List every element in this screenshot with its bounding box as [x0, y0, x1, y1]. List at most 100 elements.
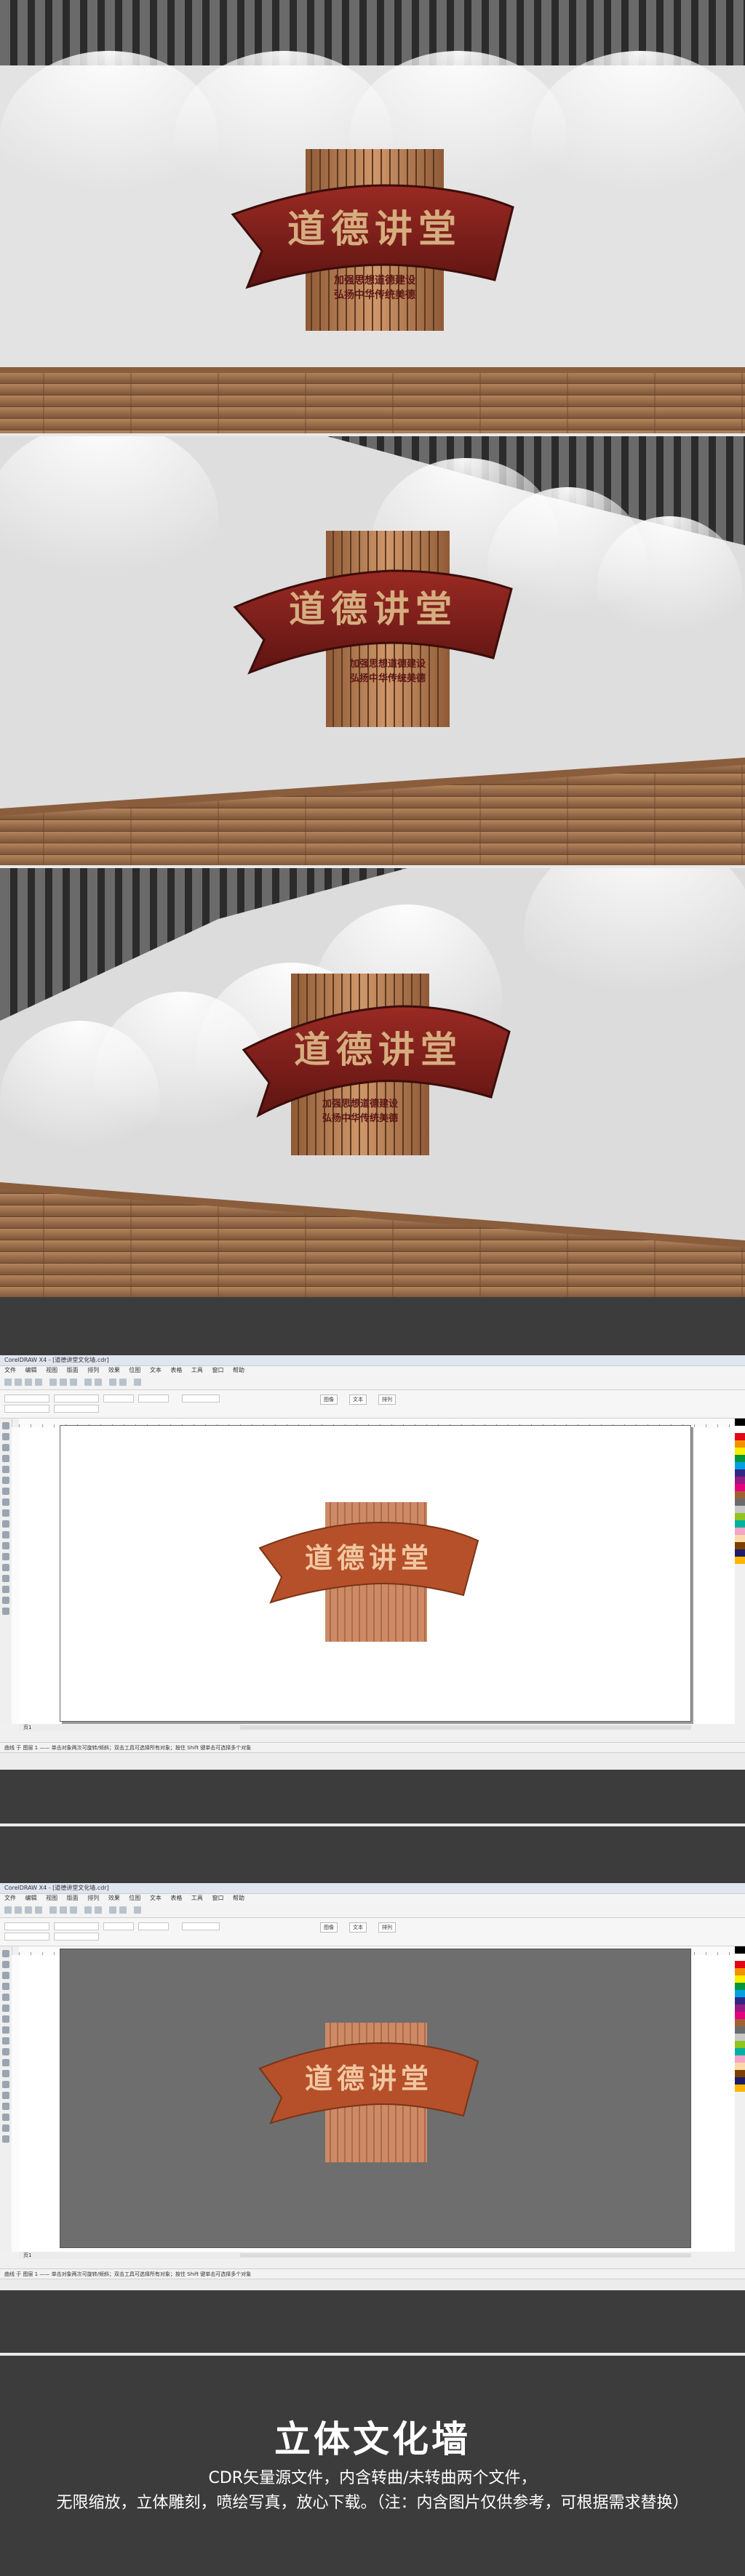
color-swatch[interactable] — [735, 1990, 745, 1997]
ellipse-tool-icon[interactable] — [2, 2026, 9, 2034]
color-swatch[interactable] — [735, 1954, 745, 1961]
menu-item[interactable]: 工具 — [191, 1367, 203, 1373]
color-swatch[interactable] — [735, 1557, 745, 1564]
menu-item[interactable]: 表格 — [170, 1367, 182, 1373]
menu-item[interactable]: 效果 — [108, 1895, 120, 1901]
horizontal-scrollbar[interactable] — [240, 1725, 691, 1730]
menu-item[interactable]: 文本 — [150, 1367, 162, 1373]
scale-field[interactable] — [103, 1922, 134, 1930]
polygon-tool-icon[interactable] — [2, 1509, 9, 1517]
color-swatch[interactable] — [735, 2012, 745, 2019]
dimension-tool-icon[interactable] — [2, 2070, 9, 2077]
text-tool-icon[interactable] — [2, 2048, 9, 2055]
color-swatch[interactable] — [735, 1997, 745, 2005]
color-swatch[interactable] — [735, 1968, 745, 1975]
ellipse-tool-icon[interactable] — [2, 1498, 9, 1506]
menu-item[interactable]: 效果 — [108, 1367, 120, 1373]
import-icon[interactable] — [109, 1906, 116, 1914]
menu-item[interactable]: 编辑 — [25, 1367, 37, 1373]
eyedropper-tool-icon[interactable] — [2, 1575, 9, 1582]
color-swatch[interactable] — [735, 1419, 745, 1426]
color-swatch[interactable] — [735, 1462, 745, 1469]
color-swatch[interactable] — [735, 1975, 745, 1983]
menu-item[interactable]: 工具 — [191, 1895, 203, 1901]
interactive-fill-icon[interactable] — [2, 2135, 9, 2143]
scale-field[interactable] — [103, 1395, 134, 1403]
paste-icon[interactable] — [70, 1379, 77, 1386]
color-swatch[interactable] — [735, 2077, 745, 2085]
page-navigator[interactable]: 页1 — [19, 1724, 242, 1731]
table-tool-icon[interactable] — [2, 1531, 9, 1538]
menu-item[interactable]: 视图 — [46, 1895, 57, 1901]
color-swatch[interactable] — [735, 1484, 745, 1491]
connector-tool-icon[interactable] — [2, 2081, 9, 2088]
menu-item[interactable]: 位图 — [129, 1367, 140, 1373]
canvas-sign[interactable]: 道德讲堂 — [256, 1493, 482, 1646]
object-size-field-y[interactable] — [54, 1405, 99, 1413]
cut-icon[interactable] — [49, 1906, 57, 1914]
paste-icon[interactable] — [70, 1906, 77, 1914]
zoom-tool-icon[interactable] — [2, 1455, 9, 1462]
color-swatch[interactable] — [735, 1448, 745, 1455]
menu-item[interactable]: 帮助 — [233, 1895, 244, 1901]
interactive-fill-icon[interactable] — [2, 1608, 9, 1615]
table-tool-icon[interactable] — [2, 2059, 9, 2066]
shape-tool-icon[interactable] — [2, 1433, 9, 1440]
freehand-tool-icon[interactable] — [2, 1994, 9, 2001]
menu-item[interactable]: 文本 — [150, 1895, 162, 1901]
copy-icon[interactable] — [60, 1906, 67, 1914]
menu-item[interactable]: 编辑 — [25, 1895, 37, 1901]
pick-tool-icon[interactable] — [2, 1950, 9, 1957]
text-tool-icon[interactable] — [2, 1520, 9, 1528]
crop-tool-icon[interactable] — [2, 1444, 9, 1451]
color-swatch[interactable] — [735, 1961, 745, 1968]
redo-icon[interactable] — [95, 1379, 102, 1386]
color-swatch[interactable] — [735, 2041, 745, 2048]
color-swatch[interactable] — [735, 1535, 745, 1542]
blend-tool-icon[interactable] — [2, 2092, 9, 2099]
print-icon[interactable] — [35, 1906, 42, 1914]
zoom-icon[interactable] — [134, 1379, 141, 1386]
new-icon[interactable] — [4, 1906, 12, 1914]
save-icon[interactable] — [25, 1906, 32, 1914]
color-swatch[interactable] — [735, 2070, 745, 2077]
smart-fill-icon[interactable] — [2, 1477, 9, 1484]
fill-tool-icon[interactable] — [2, 1597, 9, 1604]
zoom-tool-icon[interactable] — [2, 1983, 9, 1990]
menu-item[interactable]: 排列 — [87, 1895, 99, 1901]
menu-item[interactable]: 位图 — [129, 1895, 140, 1901]
menu-item[interactable]: 排列 — [87, 1367, 99, 1373]
color-swatch[interactable] — [735, 1491, 745, 1498]
color-swatch[interactable] — [735, 2026, 745, 2034]
color-swatch[interactable] — [735, 1455, 745, 1462]
blend-tool-icon[interactable] — [2, 1564, 9, 1571]
object-size-field[interactable] — [54, 1395, 99, 1403]
dimension-tool-icon[interactable] — [2, 1542, 9, 1549]
freehand-tool-icon[interactable] — [2, 1466, 9, 1473]
smart-fill-icon[interactable] — [2, 2005, 9, 2012]
tab-arrange[interactable]: 排列 — [378, 1922, 396, 1933]
color-swatch[interactable] — [735, 1946, 745, 1954]
eyedropper-tool-icon[interactable] — [2, 2103, 9, 2110]
color-swatch[interactable] — [735, 2005, 745, 2012]
tab-text[interactable]: 文本 — [349, 1922, 367, 1933]
menu-item[interactable]: 文件 — [4, 1367, 16, 1373]
copy-icon[interactable] — [60, 1379, 67, 1386]
fill-tool-icon[interactable] — [2, 2124, 9, 2132]
shape-tool-icon[interactable] — [2, 1961, 9, 1968]
object-position-field[interactable] — [4, 1395, 49, 1403]
outline-width-field[interactable] — [182, 1922, 220, 1930]
canvas-sign[interactable]: 道德讲堂 — [256, 2014, 482, 2167]
color-swatch[interactable] — [735, 1513, 745, 1520]
object-size-field[interactable] — [54, 1922, 99, 1930]
open-icon[interactable] — [15, 1379, 22, 1386]
object-size-field-y[interactable] — [54, 1933, 99, 1941]
connector-tool-icon[interactable] — [2, 1553, 9, 1560]
export-icon[interactable] — [119, 1906, 127, 1914]
color-swatch[interactable] — [735, 1542, 745, 1549]
outline-width-field[interactable] — [182, 1395, 220, 1403]
color-swatch[interactable] — [735, 1469, 745, 1477]
tab-arrange[interactable]: 排列 — [378, 1395, 396, 1405]
outline-tool-icon[interactable] — [2, 1586, 9, 1593]
tab-text[interactable]: 文本 — [349, 1395, 367, 1405]
